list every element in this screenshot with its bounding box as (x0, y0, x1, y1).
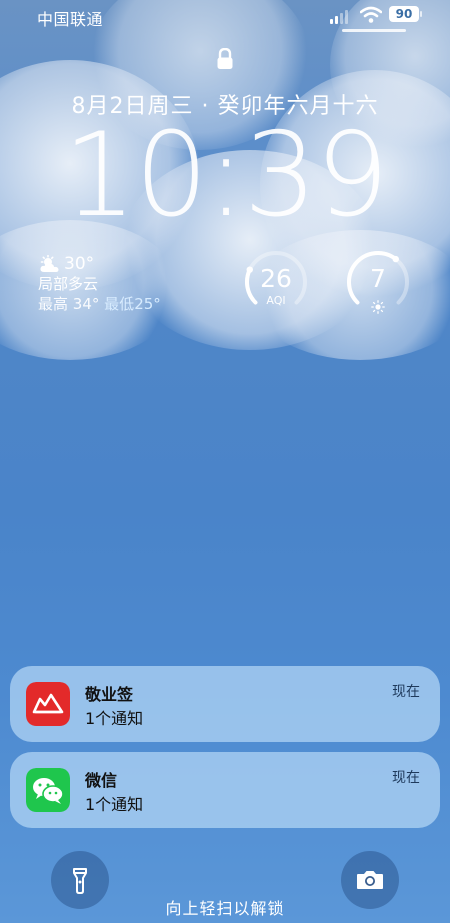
partly-cloudy-icon (40, 255, 59, 272)
weather-condition: 局部多云 (38, 275, 99, 293)
notification-time: 现在 (392, 684, 420, 700)
lock-time: 10:39 (62, 108, 389, 243)
lock-icon (217, 48, 233, 69)
aqi-value: 26 (260, 264, 292, 293)
weather-widget[interactable]: 30° 局部多云 最高 34° 最低25° (38, 254, 161, 314)
notification-body: 1个通知 (85, 709, 144, 728)
notification-app-name: 微信 (85, 771, 118, 790)
weather-temperature: 30° (64, 254, 95, 274)
notification-body: 1个通知 (85, 795, 144, 814)
notification-card[interactable]: 敬业签 1个通知 现在 (10, 666, 440, 742)
wifi-icon (360, 6, 382, 23)
aqi-label: AQI (266, 294, 286, 307)
unlock-hint: 向上轻扫以解锁 (165, 899, 285, 918)
notification-time: 现在 (392, 770, 420, 786)
notification-card[interactable]: 微信 1个通知 现在 (10, 752, 440, 828)
weather-range: 最高 34° 最低25° (38, 294, 161, 314)
weather-low: 25° (134, 295, 161, 313)
signal-icon (330, 10, 348, 24)
status-indicator-line (342, 29, 406, 32)
status-bar: 中国联通 90 (0, 0, 450, 34)
weather-low-label: 最低 (104, 295, 135, 313)
wechat-app-icon (26, 768, 70, 812)
weather-high-label: 最高 (38, 295, 69, 313)
carrier-name: 中国联通 (37, 10, 104, 29)
sun-icon (371, 300, 385, 314)
uv-widget[interactable]: 7 (346, 250, 410, 314)
weather-high: 34° (72, 295, 100, 313)
uv-value: 7 (370, 264, 386, 293)
jingyeqian-app-icon (26, 682, 70, 726)
battery-icon: 90 (389, 6, 419, 22)
battery-cap (420, 11, 422, 17)
notification-app-name: 敬业签 (85, 685, 134, 704)
battery-level: 90 (395, 7, 413, 21)
aqi-widget[interactable]: 26 AQI (244, 250, 308, 314)
